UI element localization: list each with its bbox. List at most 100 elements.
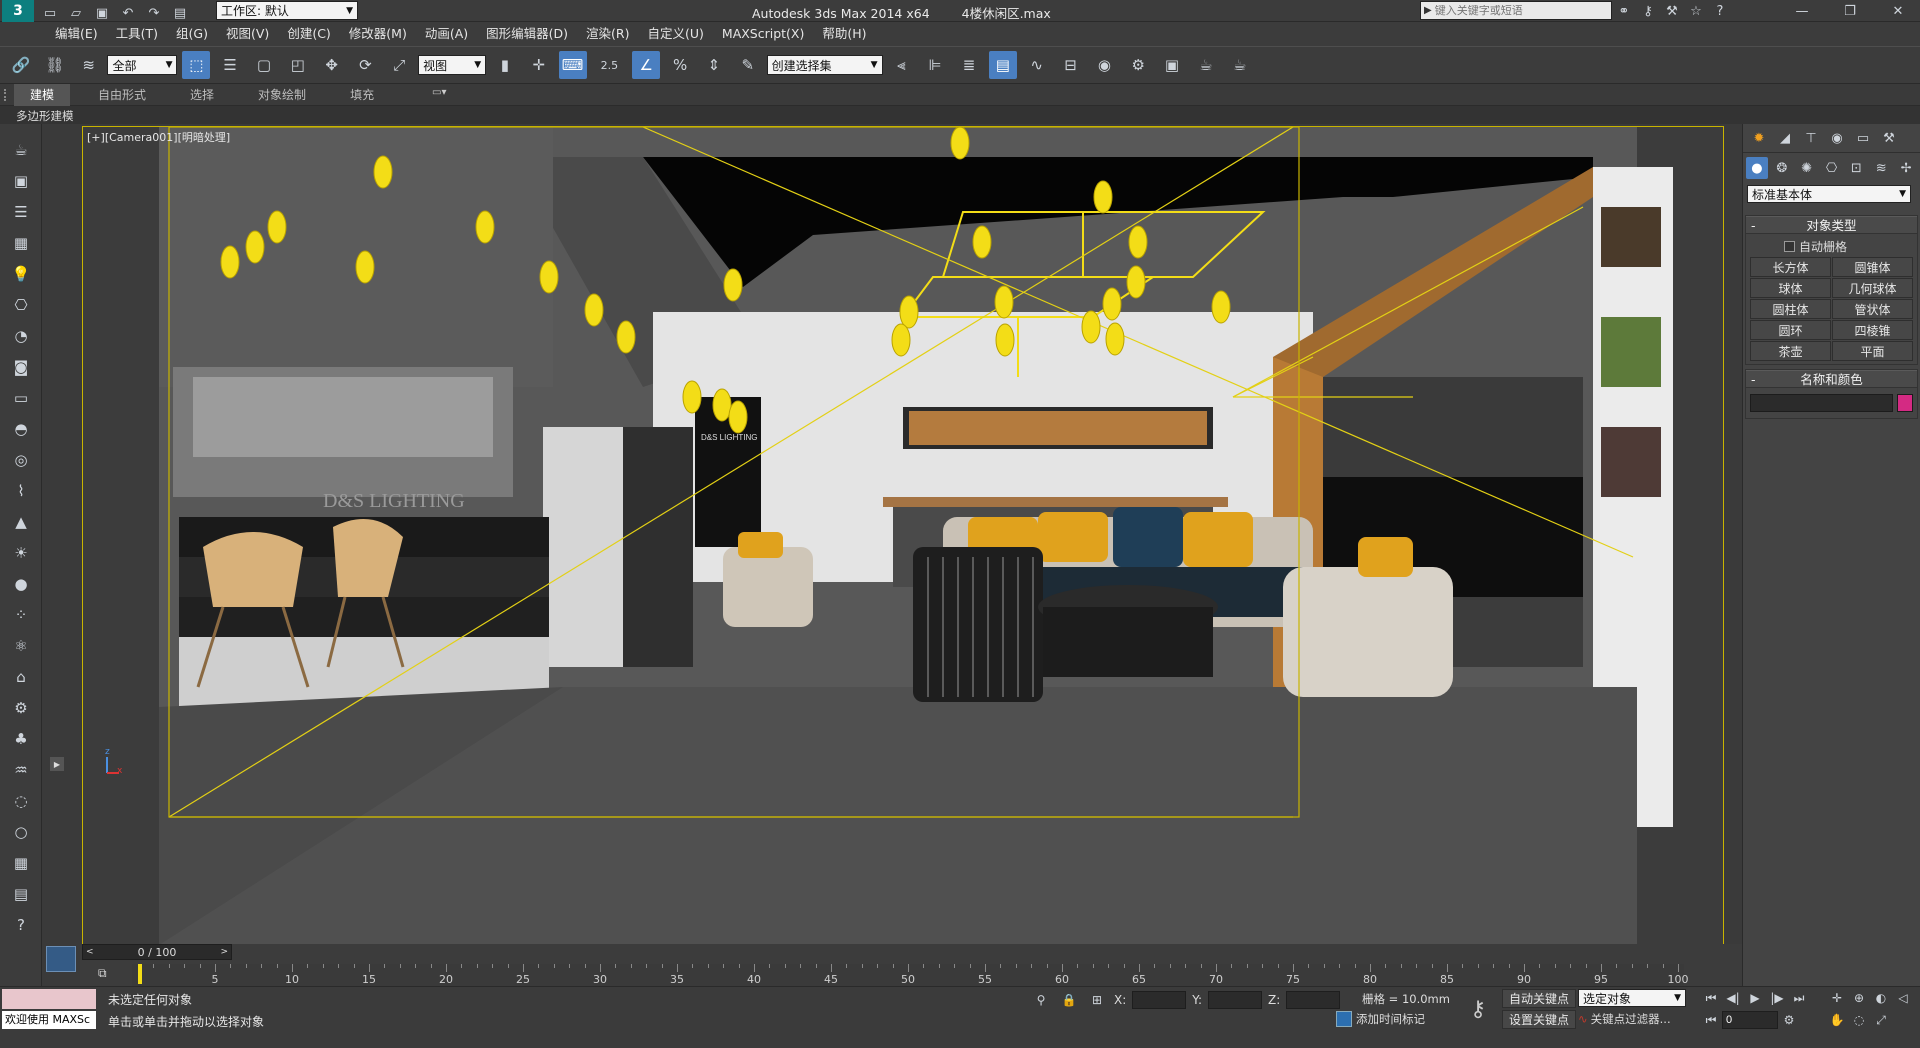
save-list-icon[interactable]: ▤ <box>4 879 38 909</box>
ribbon-tab[interactable]: 对象绘制 <box>230 84 322 106</box>
menu-item[interactable]: 组(G) <box>167 22 217 46</box>
render-production-icon[interactable]: ☕ <box>1226 51 1254 79</box>
auto-grid-checkbox[interactable] <box>1784 240 1795 252</box>
snap-toggle-icon[interactable]: 2.5 <box>592 51 626 79</box>
modify-tab-icon[interactable]: ◢ <box>1774 127 1796 149</box>
unlink-icon[interactable]: ⛓ <box>41 51 69 79</box>
go-to-start-icon[interactable]: ⏮ <box>1700 987 1722 1009</box>
next-frame-icon[interactable]: |▶ <box>1766 987 1788 1009</box>
maxscript-listener[interactable]: 欢迎使用 MAXSc <box>2 1011 96 1029</box>
object-type-button[interactable]: 茶壶 <box>1750 341 1831 361</box>
spacewarps-icon[interactable]: ≋ <box>1870 157 1892 179</box>
menu-item[interactable]: 创建(C) <box>278 22 339 46</box>
object-type-button[interactable]: 圆环 <box>1750 320 1831 340</box>
go-to-end-icon[interactable]: ⏭ <box>1788 987 1810 1009</box>
selection-filter-dropdown[interactable]: 全部 ▼ <box>107 55 178 75</box>
maxscript-listener-top[interactable] <box>2 989 96 1009</box>
mirror-icon[interactable]: ⫷ <box>887 51 915 79</box>
ribbon-subtitle[interactable]: 多边形建模 <box>16 108 74 124</box>
light-bulb-icon[interactable]: 💡 <box>4 259 38 289</box>
key-filter-icon[interactable]: ∿ <box>1578 1012 1588 1026</box>
ribbon-tab[interactable]: 选择 <box>162 84 230 106</box>
menu-item[interactable]: 帮助(H) <box>813 22 875 46</box>
rect-select-region-icon[interactable]: ▢ <box>250 51 278 79</box>
set-key-mode-icon[interactable]: ⚷ <box>1470 997 1486 1022</box>
play-icon[interactable]: ▶ <box>1744 987 1766 1009</box>
object-type-button[interactable]: 管状体 <box>1832 299 1913 319</box>
particles-icon[interactable]: ⁘ <box>4 600 38 630</box>
gear-icon[interactable]: ⚙ <box>4 693 38 723</box>
menu-item[interactable]: 视图(V) <box>217 22 278 46</box>
geometry-icon[interactable]: ● <box>1746 157 1768 179</box>
systems-icon[interactable]: ✢ <box>1895 157 1917 179</box>
undo-icon[interactable]: ↶ <box>117 2 139 24</box>
grid-icon[interactable]: ▦ <box>4 228 38 258</box>
object-type-button[interactable]: 圆柱体 <box>1750 299 1831 319</box>
edit-named-selection-icon[interactable]: ✎ <box>734 51 762 79</box>
current-frame-field[interactable] <box>1722 1011 1778 1029</box>
menu-item[interactable]: 自定义(U) <box>639 22 713 46</box>
restore-icon[interactable]: ❐ <box>1827 0 1873 22</box>
create-tab-icon[interactable]: ✹ <box>1748 127 1770 149</box>
lock-selection-icon[interactable]: 🔒 <box>1058 989 1080 1011</box>
torus-icon[interactable]: ◎ <box>4 445 38 475</box>
x-coordinate-field[interactable] <box>1132 991 1187 1009</box>
viewport-menu-plus[interactable]: [+] <box>87 131 105 144</box>
video-camera-icon[interactable]: ◙ <box>4 352 38 382</box>
search-box[interactable]: ▶ <box>1420 1 1612 20</box>
lights-icon[interactable]: ✺ <box>1796 157 1818 179</box>
viewport-label[interactable]: [+][Camera001][明暗处理] <box>87 129 230 145</box>
key-selection-dropdown[interactable]: 选定对象 ▼ <box>1578 989 1686 1007</box>
viewport-camera001[interactable]: D&S LIGHTING D&S LIGHTING [+][Camera001]… <box>82 126 1724 946</box>
key-filters-button[interactable]: 关键点过滤器... <box>1591 1011 1671 1027</box>
move-icon[interactable]: ✥ <box>318 51 346 79</box>
teapot-icon[interactable]: ☕ <box>4 135 38 165</box>
link-icon[interactable]: 🔗 <box>7 51 35 79</box>
material-editor-icon[interactable]: ◉ <box>1090 51 1118 79</box>
curve-editor-icon[interactable]: ∿ <box>1023 51 1051 79</box>
auto-key-button[interactable]: 自动关键点 <box>1502 989 1576 1008</box>
ribbon-tab[interactable]: 填充 <box>322 84 390 106</box>
menu-item[interactable]: 修改器(M) <box>340 22 416 46</box>
viewport-shading-label[interactable]: [明暗处理] <box>178 131 231 144</box>
object-type-button[interactable]: 长方体 <box>1750 257 1831 277</box>
viewport-camera-label[interactable]: [Camera001] <box>105 131 178 144</box>
render-setup-icon[interactable]: ⚙ <box>1124 51 1152 79</box>
track-bar-icon[interactable]: ⧉ <box>98 966 107 981</box>
question-icon[interactable]: ? <box>4 910 38 940</box>
tools-icon[interactable]: ⚒ <box>1661 0 1683 22</box>
close-icon[interactable]: ✕ <box>1875 0 1920 22</box>
layer-manager-icon[interactable]: ≣ <box>955 51 983 79</box>
zoom-all-icon[interactable]: ⊕ <box>1848 987 1870 1009</box>
sphere-icon[interactable]: ● <box>4 569 38 599</box>
select-manipulate-icon[interactable]: ✛ <box>525 51 553 79</box>
rendered-frame-icon[interactable]: ▣ <box>1158 51 1186 79</box>
pan-icon[interactable]: ✋ <box>1826 1009 1848 1031</box>
binoculars-icon[interactable]: ⚭ <box>1613 0 1635 22</box>
display-tab-icon[interactable]: ▭ <box>1852 127 1874 149</box>
minimize-icon[interactable]: — <box>1779 0 1825 22</box>
select-by-name-icon[interactable]: ☰ <box>216 51 244 79</box>
star-icon[interactable]: ☆ <box>1685 0 1707 22</box>
time-config-icon[interactable]: ⚙ <box>1778 1009 1800 1031</box>
shell-icon[interactable]: ◌ <box>4 786 38 816</box>
menu-item[interactable]: 动画(A) <box>416 22 477 46</box>
schematic-view-icon[interactable]: ⊟ <box>1057 51 1085 79</box>
add-time-tag[interactable]: 添加时间标记 <box>1356 1011 1425 1027</box>
app-logo-icon[interactable]: 3 <box>2 0 34 22</box>
pivot-center-icon[interactable]: ▮ <box>491 51 519 79</box>
object-type-button[interactable]: 几何球体 <box>1832 278 1913 298</box>
object-type-button[interactable]: 平面 <box>1832 341 1913 361</box>
motion-tab-icon[interactable]: ◉ <box>1826 127 1848 149</box>
new-file-icon[interactable]: ▭ <box>39 2 61 24</box>
cone-icon[interactable]: ▲ <box>4 507 38 537</box>
maximize-viewport-icon[interactable]: ⤢ <box>1870 1009 1892 1031</box>
redo-icon[interactable]: ↷ <box>143 2 165 24</box>
help-icon[interactable]: ? <box>1709 0 1731 22</box>
utilities-tab-icon[interactable]: ⚒ <box>1878 127 1900 149</box>
menu-item[interactable]: 工具(T) <box>107 22 167 46</box>
camera-icon[interactable]: ⎔ <box>4 290 38 320</box>
scale-icon[interactable]: ⤢ <box>385 51 413 79</box>
object-type-button[interactable]: 球体 <box>1750 278 1831 298</box>
keyboard-shortcut-icon[interactable]: ⌨ <box>558 51 587 79</box>
